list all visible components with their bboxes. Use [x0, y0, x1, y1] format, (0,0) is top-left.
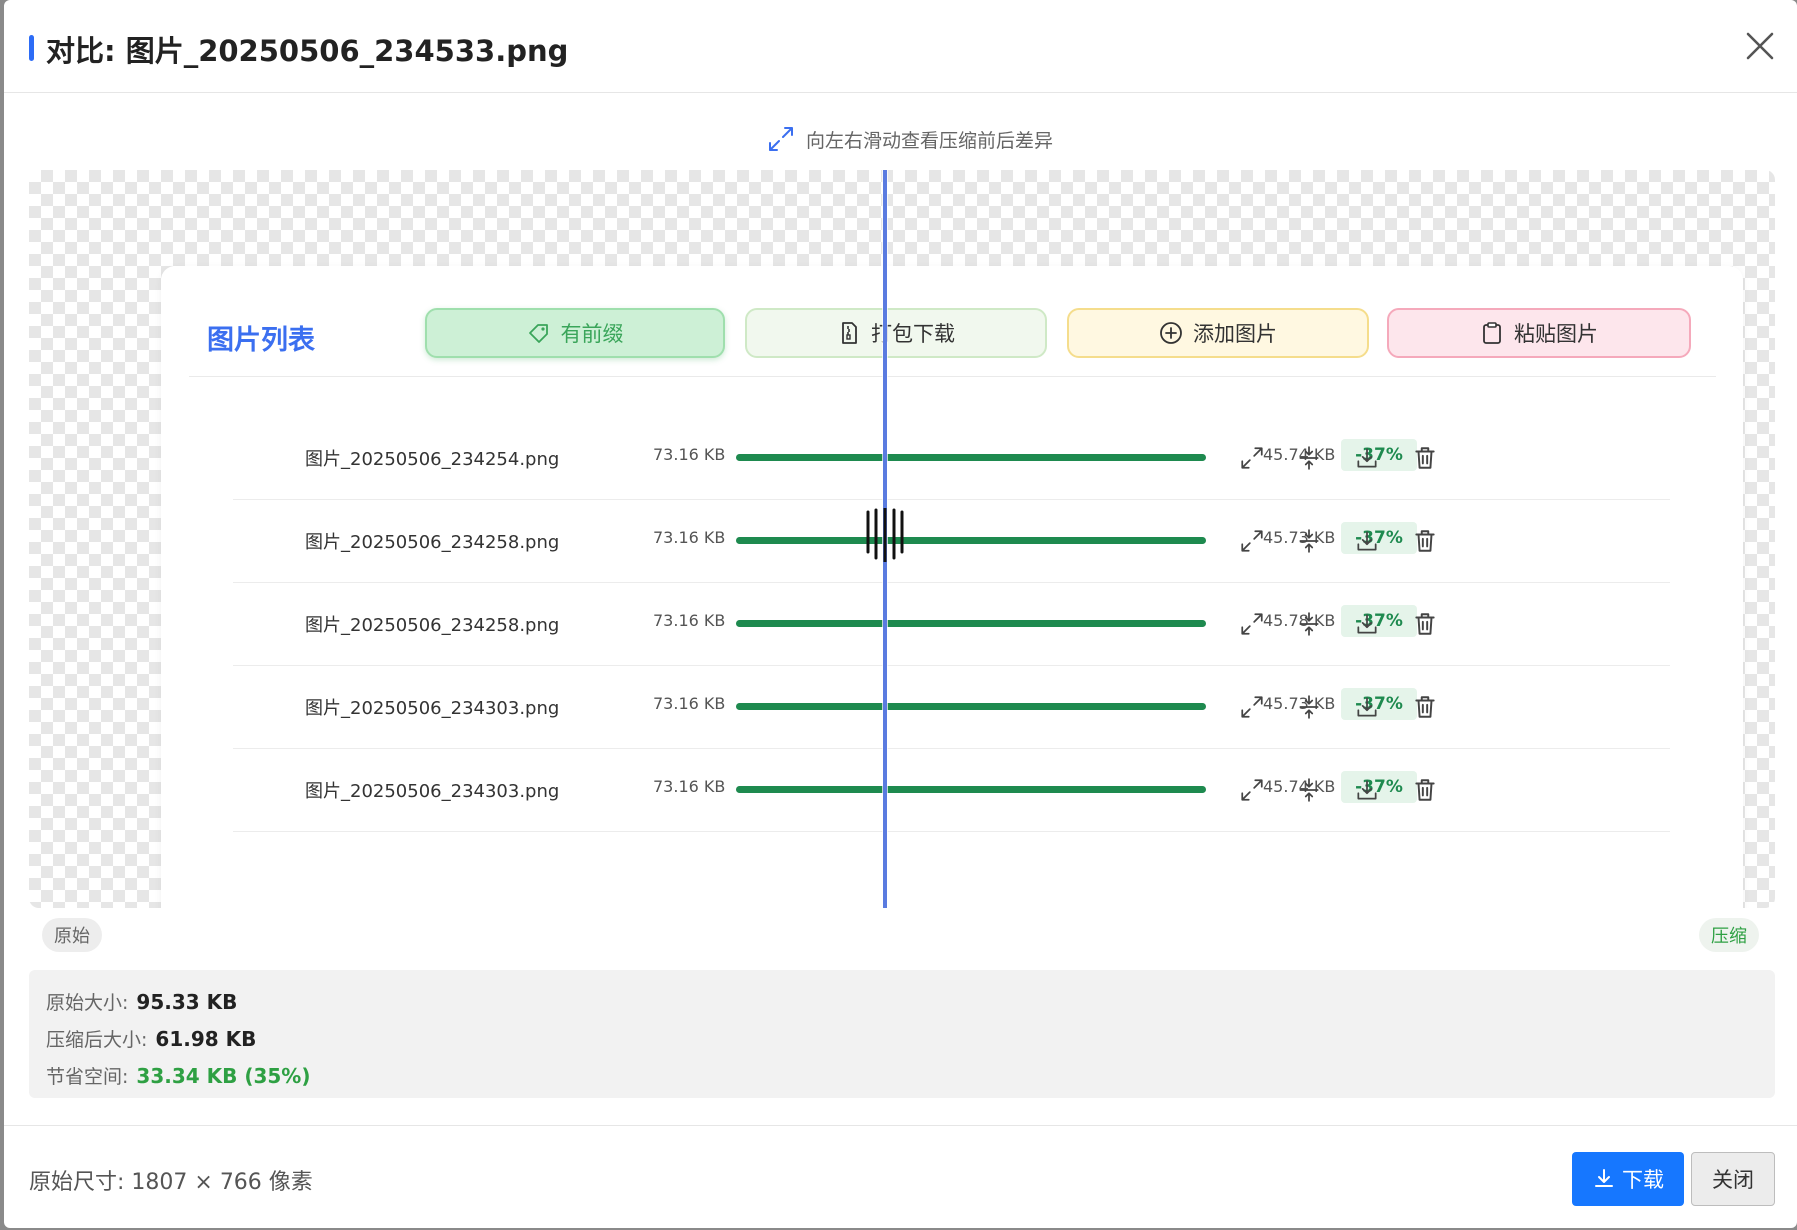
- expand-icon: [1239, 528, 1265, 554]
- progress-fill: [736, 703, 1206, 710]
- file-name: 图片_20250506_234303.png: [305, 698, 560, 719]
- download-icon: [1354, 777, 1380, 803]
- file-row: 图片_20250506_234254.png 73.16 KB 45.74 KB -3…: [233, 417, 1670, 500]
- download-icon: [1595, 1169, 1613, 1187]
- trash-icon: [1412, 777, 1438, 803]
- stat-saved-label: 节省空间:: [46, 1066, 129, 1088]
- paste-image-button: 粘贴图片: [1387, 308, 1691, 358]
- download-label: 下载: [1622, 1168, 1664, 1192]
- progress-fill: [736, 620, 1206, 627]
- compress-icon: [1296, 445, 1322, 471]
- list-title: 图片列表: [207, 325, 315, 356]
- add-image-button: 添加图片: [1067, 308, 1369, 358]
- expand-icon: [1239, 445, 1265, 471]
- stat-original-size: 原始大小: 95.33 KB: [46, 988, 237, 1015]
- stats-panel: 原始大小: 95.33 KB 压缩后大小: 61.98 KB 节省空间: 33.34 …: [29, 970, 1775, 1098]
- prefix-label: 有前缀: [560, 322, 624, 346]
- prefix-button: 有前缀: [425, 308, 725, 358]
- stat-compressed-value: 61.98 KB: [155, 1027, 257, 1051]
- progress-fill: [736, 454, 1206, 461]
- dialog-title: 对比: 图片_20250506_234533.png: [46, 34, 569, 68]
- original-size: 73.16 KB: [653, 528, 726, 547]
- trash-icon: [1412, 445, 1438, 471]
- add-image-label: 添加图片: [1193, 322, 1277, 346]
- compress-icon: [1296, 528, 1322, 554]
- original-size: 73.16 KB: [653, 445, 726, 464]
- progress-fill: [736, 537, 1206, 544]
- tag-icon: [528, 324, 548, 343]
- expand-icon: [1239, 777, 1265, 803]
- file-row: 图片_20250506_234303.png 73.16 KB 45.74 KB -3…: [233, 749, 1670, 832]
- zip-file-icon: [842, 322, 857, 344]
- close-icon[interactable]: [1744, 30, 1776, 62]
- clipboard-icon: [1483, 322, 1501, 344]
- trash-icon: [1412, 528, 1438, 554]
- download-icon: [1354, 528, 1380, 554]
- original-label: 原始: [42, 918, 102, 952]
- original-size: 73.16 KB: [653, 694, 726, 713]
- stat-saved-space: 节省空间: 33.34 KB (35%): [46, 1062, 311, 1089]
- file-name: 图片_20250506_234258.png: [305, 532, 560, 553]
- hint-text: 向左右滑动查看压缩前后差异: [806, 129, 1054, 152]
- compress-icon: [1296, 694, 1322, 720]
- file-row: 图片_20250506_234258.png 73.16 KB 45.78 KB -3…: [233, 583, 1670, 666]
- progress-bar: [736, 537, 1206, 544]
- trash-icon: [1412, 694, 1438, 720]
- download-icon: [1354, 445, 1380, 471]
- slider-handle-icon[interactable]: [864, 506, 906, 564]
- file-name: 图片_20250506_234303.png: [305, 781, 560, 802]
- stat-original-label: 原始大小:: [46, 992, 129, 1014]
- file-name: 图片_20250506_234258.png: [305, 615, 560, 636]
- stat-original-value: 95.33 KB: [136, 990, 238, 1014]
- download-icon: [1354, 694, 1380, 720]
- download-icon: [1354, 611, 1380, 637]
- compare-dialog: 对比: 图片_20250506_234533.png 向左右滑动查看压缩前后差异…: [4, 0, 1797, 1228]
- toolbar-divider: [189, 376, 1716, 377]
- dialog-header: 对比: 图片_20250506_234533.png: [4, 0, 1797, 93]
- plus-circle-icon: [1160, 322, 1182, 344]
- title-accent-bar: [29, 35, 34, 61]
- preview-image-card: 图片列表 有前缀 打包下载 添加图片 粘贴图片 图片_20250506_2342…: [161, 266, 1743, 908]
- compare-viewport[interactable]: 图片列表 有前缀 打包下载 添加图片 粘贴图片 图片_20250506_2342…: [29, 170, 1775, 908]
- compress-icon: [1296, 611, 1322, 637]
- original-size: 73.16 KB: [653, 777, 726, 796]
- expand-icon: [769, 127, 793, 151]
- download-button[interactable]: 下载: [1572, 1152, 1684, 1206]
- stat-compressed-label: 压缩后大小:: [46, 1029, 148, 1051]
- progress-bar: [736, 620, 1206, 627]
- pack-download-button: 打包下载: [745, 308, 1047, 358]
- progress-bar: [736, 703, 1206, 710]
- progress-bar: [736, 454, 1206, 461]
- trash-icon: [1412, 611, 1438, 637]
- expand-icon: [1239, 694, 1265, 720]
- expand-icon: [1239, 611, 1265, 637]
- progress-bar: [736, 786, 1206, 793]
- file-name: 图片_20250506_234254.png: [305, 449, 560, 470]
- paste-image-label: 粘贴图片: [1514, 322, 1598, 346]
- dialog-footer: 原始尺寸: 1807 × 766 像素 下载 关闭: [4, 1125, 1797, 1228]
- progress-fill: [736, 786, 1206, 793]
- original-dimensions: 原始尺寸: 1807 × 766 像素: [29, 1170, 313, 1195]
- original-size: 73.16 KB: [653, 611, 726, 630]
- file-row: 图片_20250506_234258.png 73.16 KB 45.73 KB -3…: [233, 500, 1670, 583]
- compress-icon: [1296, 777, 1322, 803]
- file-row: 图片_20250506_234303.png 73.16 KB 45.73 KB -3…: [233, 666, 1670, 749]
- stat-compressed-size: 压缩后大小: 61.98 KB: [46, 1025, 256, 1052]
- close-button[interactable]: 关闭: [1691, 1152, 1775, 1206]
- slide-hint: 向左右滑动查看压缩前后差异: [766, 124, 1053, 154]
- compressed-label: 压缩: [1699, 918, 1759, 952]
- stat-saved-value: 33.34 KB (35%): [136, 1064, 311, 1088]
